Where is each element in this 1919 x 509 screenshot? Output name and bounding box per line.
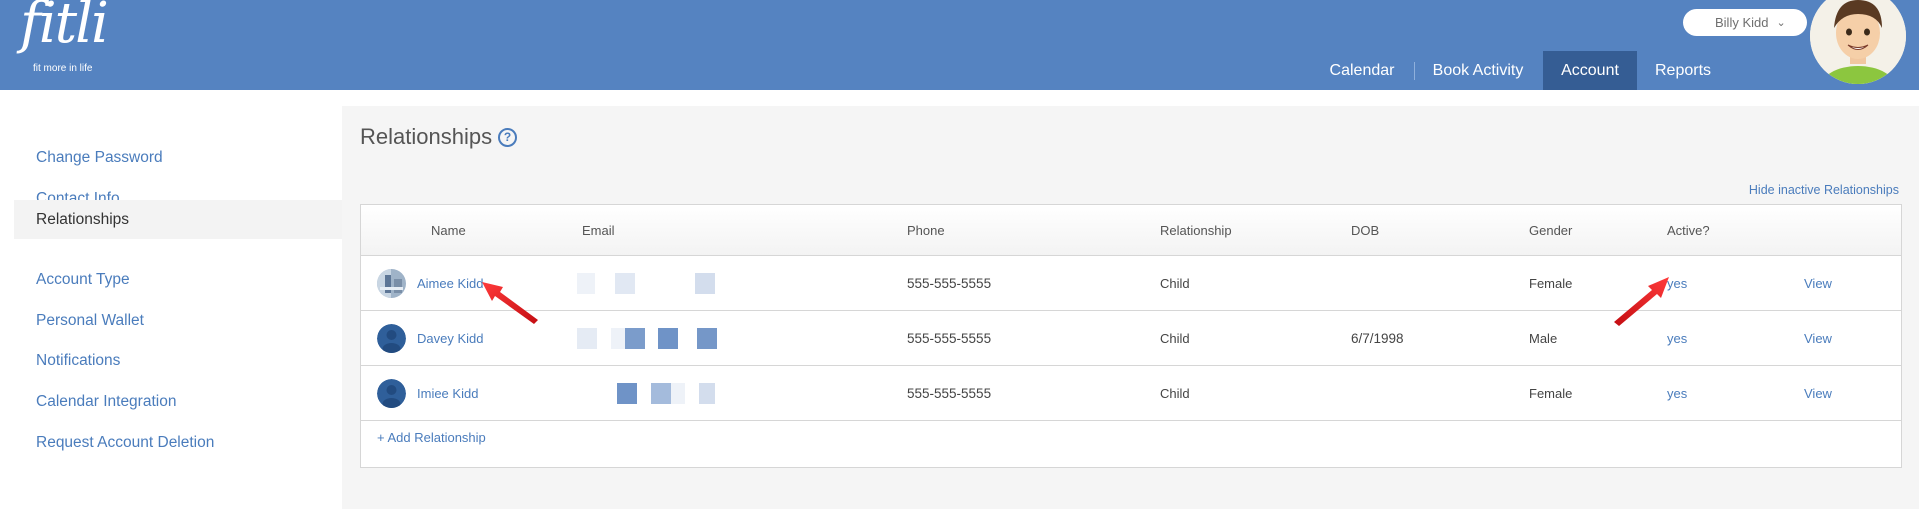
add-relationship-link[interactable]: + Add Relationship (377, 430, 486, 445)
child-avatar-icon (377, 324, 406, 353)
main-content: Relationships ? Hide inactive Relationsh… (342, 106, 1919, 509)
relation-gender: Female (1529, 276, 1573, 291)
help-icon[interactable]: ? (498, 127, 518, 147)
relation-phone: 555-555-5555 (907, 386, 992, 401)
relation-active-toggle[interactable]: yes (1667, 256, 1687, 311)
sidebar-item-request-account-deletion[interactable]: Request Account Deletion (14, 423, 342, 462)
relation-dob: 6/7/1998 (1351, 331, 1404, 346)
child-avatar-icon (377, 379, 406, 408)
relation-view-link[interactable]: View (1804, 311, 1832, 366)
relation-gender: Male (1529, 331, 1558, 346)
table-row: Davey Kidd 555-555-5555 Child 6/7/1998 M… (361, 311, 1901, 366)
column-header-relationship[interactable]: Relationship (1160, 205, 1232, 256)
relation-type: Child (1160, 276, 1190, 291)
redacted-email (615, 273, 635, 294)
relation-view-link[interactable]: View (1804, 366, 1832, 421)
relationships-table: Name Email Phone Relationship DOB Gender… (360, 204, 1902, 468)
redacted-email (577, 328, 597, 349)
relation-active-toggle[interactable]: yes (1667, 366, 1687, 421)
redacted-email (577, 273, 595, 294)
nav-calendar[interactable]: Calendar (1318, 51, 1406, 90)
sidebar-item-account-type[interactable]: Account Type (14, 260, 342, 299)
logo-tagline: fit more in life (33, 63, 93, 74)
sidebar-item-calendar-integration[interactable]: Calendar Integration (14, 382, 342, 421)
redacted-email (617, 383, 637, 404)
redacted-email (671, 383, 685, 404)
top-header: fitli fit more in life Billy Kidd ⌄ Cale… (0, 0, 1919, 90)
column-header-email[interactable]: Email (582, 205, 615, 256)
logo-wordmark: fitli (20, 0, 109, 56)
redacted-email (697, 328, 717, 349)
fitli-logo[interactable]: fitli fit more in life (14, 0, 109, 82)
relation-type: Child (1160, 331, 1190, 346)
user-menu-button[interactable]: Billy Kidd ⌄ (1683, 9, 1807, 36)
table-header: Name Email Phone Relationship DOB Gender… (361, 205, 1901, 256)
account-sidebar: Change Password Contact Info Relationshi… (0, 90, 342, 509)
chevron-down-icon: ⌄ (1776, 17, 1786, 29)
redacted-email (611, 328, 625, 349)
relation-active-toggle[interactable]: yes (1667, 311, 1687, 366)
table-row: Imiee Kidd 555-555-5555 Child Female yes… (361, 366, 1901, 421)
redacted-email (625, 328, 645, 349)
nav-book-activity[interactable]: Book Activity (1422, 51, 1534, 90)
child-avatar-icon (377, 269, 406, 298)
redacted-email (658, 328, 678, 349)
column-header-dob[interactable]: DOB (1351, 205, 1379, 256)
nav-divider (1414, 62, 1415, 80)
redacted-email (699, 383, 715, 404)
redacted-email (651, 383, 671, 404)
page-title: Relationships ? (360, 124, 518, 150)
column-header-gender[interactable]: Gender (1529, 205, 1572, 256)
relation-type: Child (1160, 386, 1190, 401)
relation-view-link[interactable]: View (1804, 256, 1832, 311)
user-name: Billy Kidd (1715, 15, 1769, 30)
redacted-email (695, 273, 715, 294)
relation-phone: 555-555-5555 (907, 331, 992, 346)
column-header-active[interactable]: Active? (1667, 205, 1710, 256)
relation-name-link[interactable]: Davey Kidd (417, 311, 483, 366)
nav-reports[interactable]: Reports (1644, 51, 1722, 90)
table-row: Aimee Kidd 555-555-5555 Child Female yes… (361, 256, 1901, 311)
relation-name-link[interactable]: Aimee Kidd (417, 256, 483, 311)
relation-phone: 555-555-5555 (907, 276, 992, 291)
nav-account[interactable]: Account (1543, 51, 1637, 90)
column-header-phone[interactable]: Phone (907, 205, 945, 256)
relation-name-link[interactable]: Imiee Kidd (417, 366, 478, 421)
sidebar-item-relationships[interactable]: Relationships (14, 200, 342, 239)
sidebar-item-personal-wallet[interactable]: Personal Wallet (14, 301, 342, 340)
sidebar-item-notifications[interactable]: Notifications (14, 341, 342, 380)
page-title-text: Relationships (360, 124, 493, 149)
sidebar-item-change-password[interactable]: Change Password (14, 138, 342, 177)
column-header-name[interactable]: Name (431, 205, 466, 256)
relation-gender: Female (1529, 386, 1573, 401)
user-avatar-icon[interactable] (1810, 0, 1906, 84)
hide-inactive-relationships-link[interactable]: Hide inactive Relationships (1749, 183, 1899, 197)
